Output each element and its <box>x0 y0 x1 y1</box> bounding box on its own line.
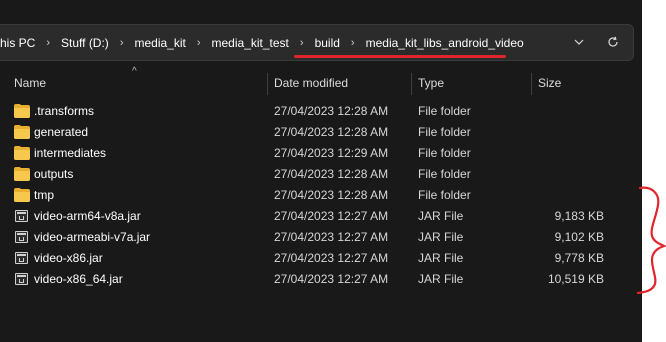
red-brace-annotation <box>636 186 666 295</box>
